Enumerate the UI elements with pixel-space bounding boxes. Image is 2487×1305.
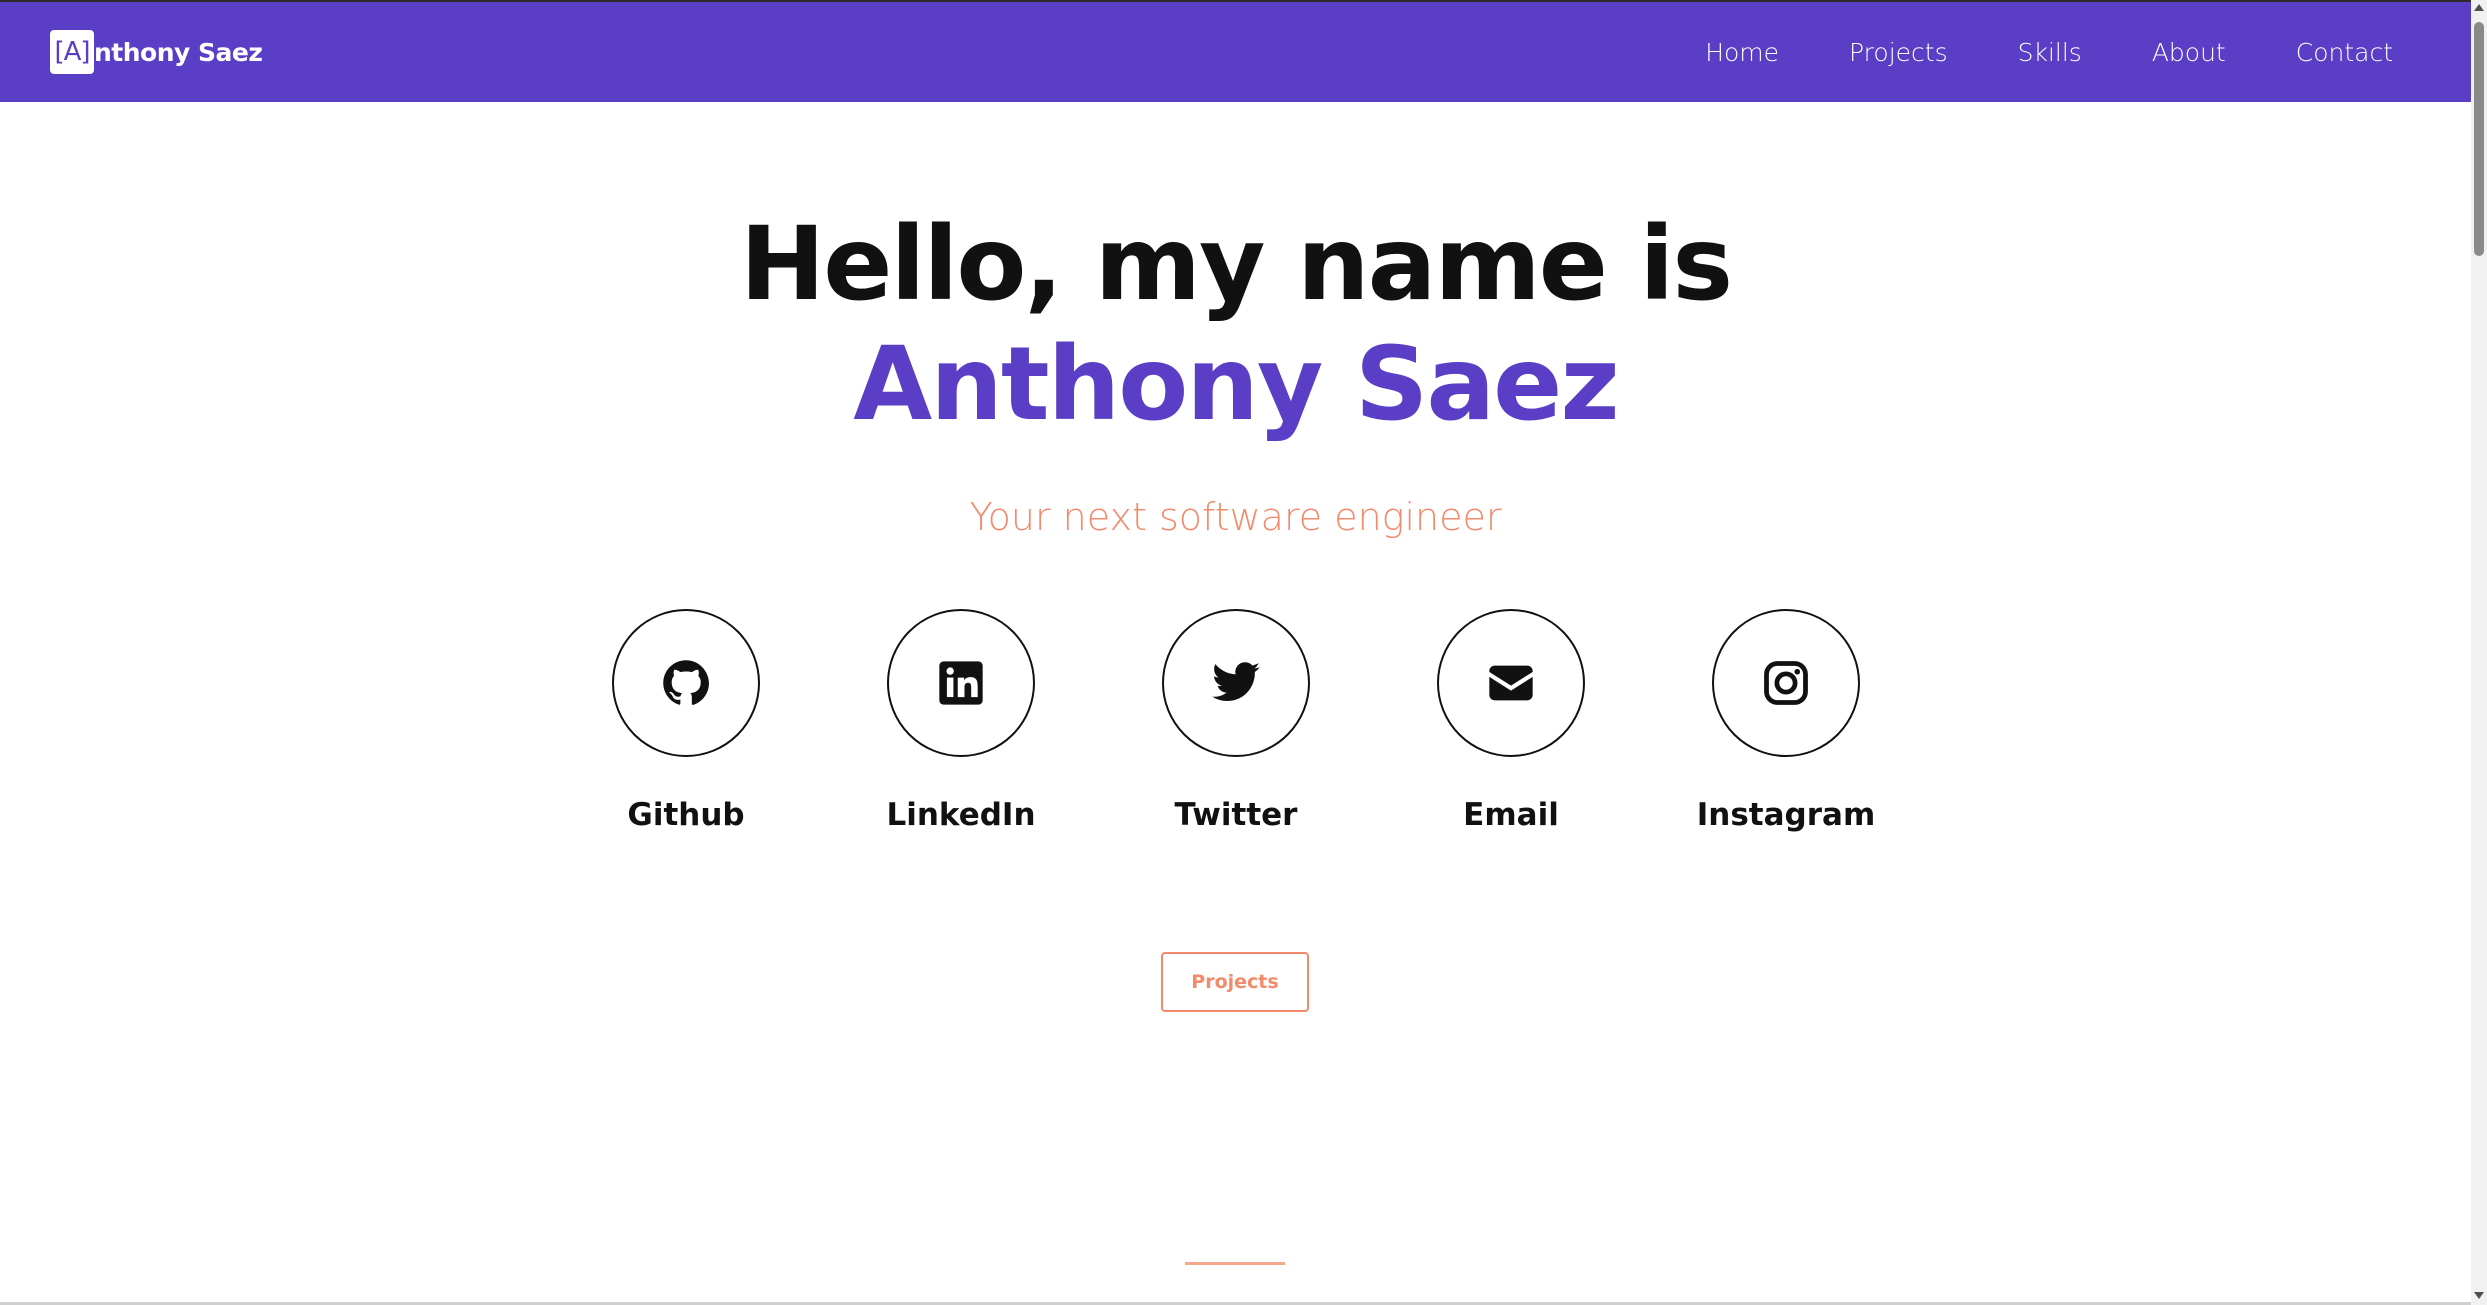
social-circle[interactable] <box>887 609 1035 757</box>
github-icon <box>663 660 709 705</box>
nav-link-home[interactable]: Home <box>1705 38 1779 67</box>
instagram-icon <box>1764 661 1808 705</box>
social-label: Github <box>627 797 745 833</box>
social-link-instagram[interactable]: Instagram <box>1686 609 1886 849</box>
nav-link-projects[interactable]: Projects <box>1849 38 1948 67</box>
vertical-scrollbar[interactable] <box>2471 0 2487 1305</box>
social-label: Twitter <box>1174 797 1298 833</box>
linkedin-icon <box>939 661 983 705</box>
section-divider <box>1185 1262 1285 1265</box>
hero-tagline: Your next software engineer <box>969 495 1502 539</box>
social-link-email[interactable]: Email <box>1411 609 1611 849</box>
brand-logo-box: [A] <box>50 30 94 74</box>
navbar: [A] nthony Saez Home Projects Skills Abo… <box>0 2 2471 102</box>
nav-link-skills[interactable]: Skills <box>2018 38 2082 67</box>
social-circle[interactable] <box>612 609 760 757</box>
social-link-linkedin[interactable]: LinkedIn <box>861 609 1061 849</box>
brand-name: nthony Saez <box>94 37 263 67</box>
social-circle[interactable] <box>1712 609 1860 757</box>
social-circle[interactable] <box>1437 609 1585 757</box>
social-link-github[interactable]: Github <box>586 609 786 849</box>
social-circle[interactable] <box>1162 609 1310 757</box>
social-label: LinkedIn <box>886 797 1036 833</box>
page: [A] nthony Saez Home Projects Skills Abo… <box>0 0 2487 1305</box>
social-link-twitter[interactable]: Twitter <box>1136 609 1336 849</box>
hero-name: Anthony Saez <box>853 325 1619 444</box>
brand-logo[interactable]: [A] nthony Saez <box>50 30 263 74</box>
scroll-up-arrow-icon[interactable] <box>2474 4 2484 11</box>
social-label: Email <box>1463 797 1559 833</box>
projects-button[interactable]: Projects <box>1161 952 1309 1012</box>
twitter-icon <box>1212 662 1260 701</box>
scrollbar-thumb[interactable] <box>2474 22 2484 256</box>
social-label: Instagram <box>1696 797 1876 833</box>
hero-greeting: Hello, my name is <box>739 205 1733 324</box>
scroll-down-arrow-icon[interactable] <box>2474 1292 2484 1299</box>
nav-link-about[interactable]: About <box>2152 38 2226 67</box>
envelope-icon <box>1489 665 1533 701</box>
nav-link-contact[interactable]: Contact <box>2296 38 2393 67</box>
nav-links: Home Projects Skills About Contact <box>1635 2 2393 102</box>
